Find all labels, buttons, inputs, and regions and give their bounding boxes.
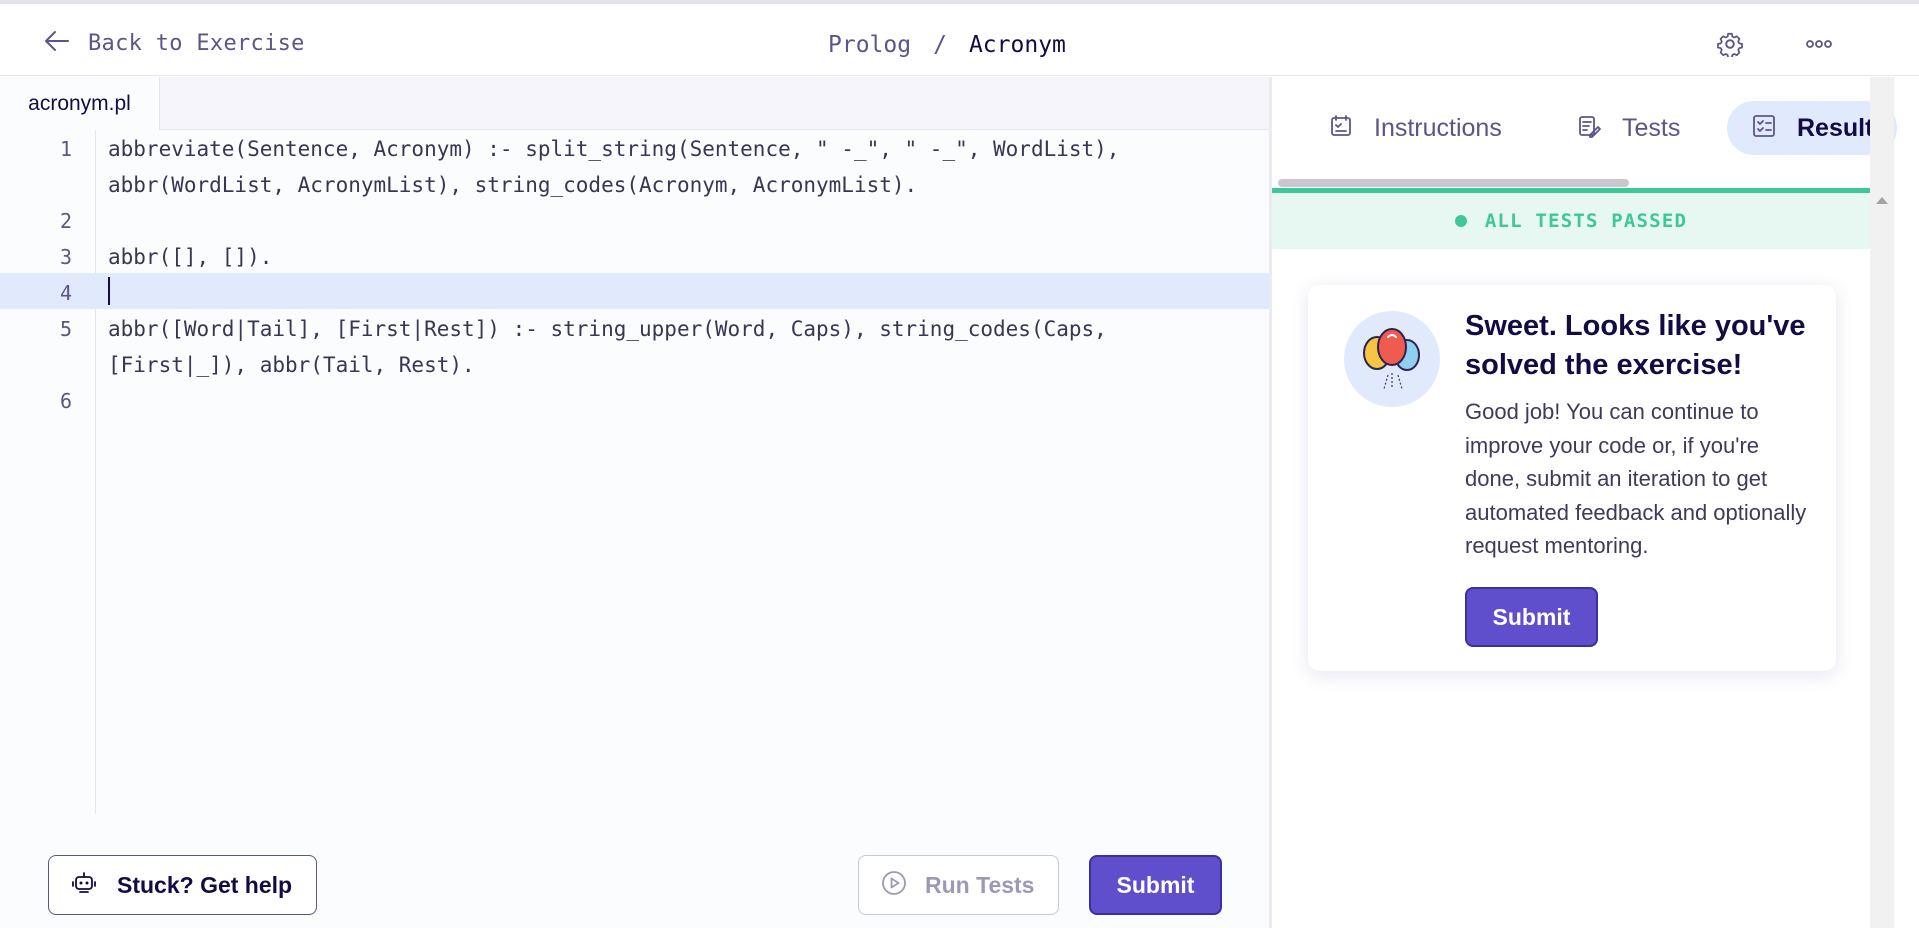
breadcrumb-exercise: Acronym [968, 32, 1066, 58]
code-line: abbr(WordList, AcronymList), string_code… [108, 173, 918, 197]
horizontal-scrollbar[interactable] [1278, 179, 1629, 187]
get-help-label: Stuck? Get help [117, 871, 293, 898]
robot-help-icon [71, 870, 97, 900]
file-tab-bar: acronym.pl [0, 77, 1269, 130]
code-line: abbreviate(Sentence, Acronym) :- split_s… [108, 137, 1120, 161]
back-label: Back to Exercise [88, 30, 305, 56]
test-status-text: ALL TESTS PASSED [1484, 210, 1688, 232]
arrow-left-icon [44, 30, 70, 56]
back-to-exercise-link[interactable]: Back to Exercise [44, 26, 305, 60]
tab-tests-label: Tests [1622, 113, 1681, 142]
success-title: Sweet. Looks like you've solved the exer… [1465, 310, 1806, 381]
code-editor-pane: acronym.pl 1 abbreviate(Sentence, Acrony… [0, 77, 1269, 928]
line-number: 3 [59, 245, 72, 269]
vertical-scrollbar[interactable] [1870, 77, 1894, 928]
code-line: abbr([], []). [108, 245, 273, 269]
line-number: 1 [59, 137, 72, 161]
tests-icon [1576, 113, 1602, 143]
code-line: abbr([Word|Tail], [First|Rest]) :- strin… [108, 317, 1107, 341]
breadcrumb-separator: / [933, 32, 947, 58]
results-panel: Instructions Tests Results ALL TESTS PAS… [1269, 77, 1897, 928]
run-tests-button[interactable]: Run Tests [858, 855, 1059, 915]
play-circle-icon [881, 870, 907, 900]
scroll-up-arrow-icon[interactable] [1876, 197, 1888, 204]
submit-label: Submit [1116, 871, 1195, 898]
breadcrumb-track[interactable]: Prolog [828, 32, 911, 58]
panel-tabs: Instructions Tests Results [1272, 77, 1897, 177]
success-message: Good job! You can continue to improve yo… [1465, 399, 1807, 558]
instructions-icon [1328, 113, 1354, 143]
balloons-icon [1344, 311, 1440, 407]
line-number: 6 [59, 389, 72, 413]
card-submit-button[interactable]: Submit [1465, 587, 1598, 647]
line-number: 4 [59, 281, 72, 305]
tab-tests[interactable]: Tests [1552, 101, 1704, 155]
test-status-banner: ALL TESTS PASSED [1272, 193, 1870, 249]
breadcrumb: Prolog / Acronym [828, 28, 1066, 62]
file-tab-acronym[interactable]: acronym.pl [0, 77, 160, 130]
success-card: Sweet. Looks like you've solved the exer… [1308, 285, 1836, 671]
tab-instructions[interactable]: Instructions [1304, 101, 1526, 155]
line-number: 2 [59, 209, 72, 233]
status-dot-icon [1454, 215, 1467, 227]
card-submit-label: Submit [1492, 603, 1571, 630]
text-cursor [108, 277, 110, 305]
run-tests-label: Run Tests [925, 871, 1035, 898]
settings-gear-icon[interactable] [1714, 28, 1746, 60]
submit-button[interactable]: Submit [1089, 855, 1222, 915]
tab-instructions-label: Instructions [1374, 113, 1502, 142]
active-line-highlight [0, 273, 1269, 309]
get-help-button[interactable]: Stuck? Get help [48, 855, 317, 915]
line-number: 5 [59, 317, 72, 341]
results-icon [1751, 113, 1777, 143]
top-header: Back to Exercise Prolog / Acronym [0, 4, 1919, 76]
more-options-icon[interactable] [1803, 28, 1835, 60]
code-line: [First|_]), abbr(Tail, Rest). [108, 353, 475, 377]
